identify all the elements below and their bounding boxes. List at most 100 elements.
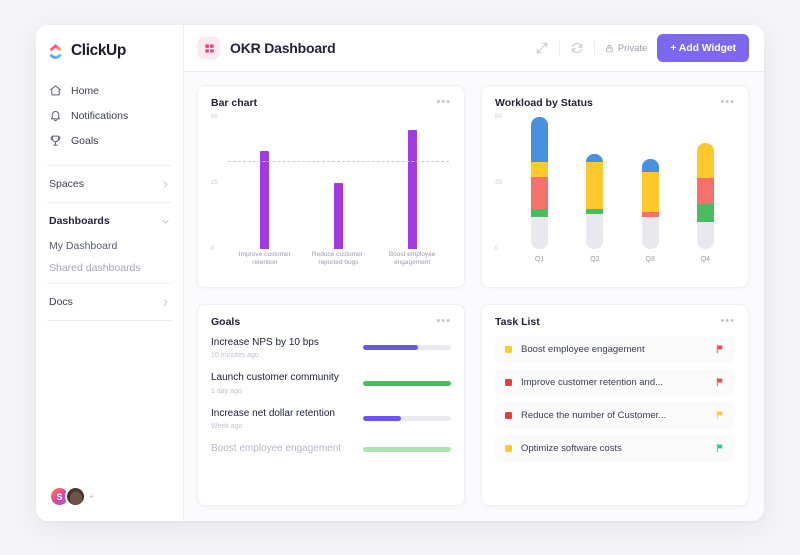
goal-name: Increase NPS by 10 bps: [211, 337, 319, 350]
chevron-right-icon: [161, 180, 170, 189]
primary-nav: Home Notifications Goals: [36, 76, 183, 161]
x-axis-tick: Q2: [567, 256, 622, 278]
stacked-bar[interactable]: [697, 143, 714, 248]
goal-progress-bar[interactable]: [363, 345, 451, 350]
task-status-square[interactable]: [505, 379, 512, 386]
goal-timestamp: Week ago: [211, 423, 335, 430]
grid-squares-icon: [204, 43, 215, 54]
bar-segment: [642, 159, 659, 172]
widget-header: Goals •••: [211, 316, 451, 328]
goal-row[interactable]: Boost employee engagement: [211, 436, 451, 462]
sidebar-item-label-notifications: Notifications: [71, 110, 128, 122]
bar-segment: [586, 154, 603, 162]
sidebar: ClickUp Home Notifications Goals: [36, 25, 184, 521]
avatar-add-button[interactable]: +: [89, 492, 94, 501]
goal-progress-fill: [363, 447, 451, 452]
widget-title: Workload by Status: [495, 97, 593, 109]
x-axis-tick: Q3: [623, 256, 678, 278]
privacy-label: Private: [618, 43, 648, 54]
task-status-square[interactable]: [505, 412, 512, 419]
goal-progress-bar[interactable]: [363, 416, 451, 421]
widget-menu-button[interactable]: •••: [720, 97, 735, 108]
widget-grid: Bar chart ••• 02550Improve customer rete…: [184, 72, 764, 521]
task-row[interactable]: Improve customer retention and...: [495, 369, 735, 396]
widget-menu-button[interactable]: •••: [436, 97, 451, 108]
bar-segment: [697, 204, 714, 222]
widget-menu-button[interactable]: •••: [436, 316, 451, 327]
task-row[interactable]: Optimize software costs: [495, 435, 735, 462]
main-content: OKR Dashboard Private + Add Widget: [184, 25, 764, 521]
widget-workload-by-status: Workload by Status ••• 02550Q1Q2Q3Q4: [481, 85, 749, 288]
task-row[interactable]: Boost employee engagement: [495, 336, 735, 363]
sidebar-item-home[interactable]: Home: [36, 78, 183, 103]
goal-progress-fill: [363, 381, 451, 386]
widget-header: Task List •••: [495, 316, 735, 328]
sidebar-section-spaces[interactable]: Spaces: [36, 170, 183, 198]
x-axis-tick: Improve customer retention: [228, 251, 301, 278]
widget-title: Bar chart: [211, 97, 257, 109]
add-widget-button[interactable]: + Add Widget: [657, 34, 749, 62]
stacked-bar[interactable]: [642, 159, 659, 248]
task-status-square[interactable]: [505, 445, 512, 452]
sidebar-divider-4: [47, 320, 172, 321]
clickup-logo[interactable]: ClickUp: [36, 25, 183, 76]
stacked-bar-column: [512, 117, 567, 249]
task-name: Improve customer retention and...: [521, 377, 706, 388]
sidebar-item-notifications[interactable]: Notifications: [36, 103, 183, 128]
x-axis-labels: Q1Q2Q3Q4: [512, 256, 733, 278]
privacy-toggle[interactable]: Private: [605, 43, 648, 54]
bar[interactable]: [334, 183, 343, 249]
goal-row[interactable]: Launch customer community1 day ago: [211, 365, 451, 401]
avatar[interactable]: [65, 486, 86, 507]
bar-segment: [586, 214, 603, 248]
stacked-bar[interactable]: [531, 117, 548, 249]
goal-info: Increase net dollar retentionWeek ago: [211, 408, 335, 431]
bar-column: [302, 117, 375, 249]
expand-arrows-icon[interactable]: [535, 41, 549, 55]
flag-icon[interactable]: [715, 377, 725, 387]
sidebar-item-my-dashboard[interactable]: My Dashboard: [36, 235, 183, 257]
avatar-face: [69, 491, 82, 504]
avatar-group[interactable]: S +: [49, 486, 94, 507]
page-title: OKR Dashboard: [230, 40, 336, 56]
sidebar-section-dashboards[interactable]: Dashboards: [36, 207, 183, 235]
goal-progress-bar[interactable]: [363, 381, 451, 386]
bar-segment: [697, 178, 714, 204]
sidebar-item-shared-dashboards[interactable]: Shared dashboards: [36, 257, 183, 279]
y-axis-tick: 0: [495, 246, 498, 252]
task-row[interactable]: Reduce the number of Customer...: [495, 402, 735, 429]
widget-menu-button[interactable]: •••: [720, 316, 735, 327]
goal-row[interactable]: Increase NPS by 10 bps10 minutes ago: [211, 330, 451, 366]
goal-timestamp: 1 day ago: [211, 388, 339, 395]
plot-area: [228, 117, 449, 249]
bar[interactable]: [408, 130, 417, 248]
bar[interactable]: [260, 151, 269, 248]
bar-segment: [531, 177, 548, 209]
goal-row[interactable]: Increase net dollar retentionWeek ago: [211, 401, 451, 437]
stacked-bar[interactable]: [586, 154, 603, 249]
topbar: OKR Dashboard Private + Add Widget: [184, 25, 764, 72]
bar-chart: 02550Improve customer retentionReduce cu…: [211, 111, 451, 278]
plot-area: [512, 117, 733, 249]
flag-icon[interactable]: [715, 410, 725, 420]
chevron-right-icon: [161, 298, 170, 307]
x-axis-tick: Q4: [678, 256, 733, 278]
refresh-icon[interactable]: [570, 41, 584, 55]
bar-segment: [531, 217, 548, 249]
stacked-bar-column: [623, 117, 678, 249]
widget-goals: Goals ••• Increase NPS by 10 bps10 minut…: [197, 304, 465, 507]
sidebar-item-goals[interactable]: Goals: [36, 128, 183, 153]
goal-name: Boost employee engagement: [211, 443, 341, 456]
sidebar-divider-3: [47, 283, 172, 284]
sidebar-section-docs[interactable]: Docs: [36, 288, 183, 316]
bar-segment: [642, 217, 659, 249]
bar-segment: [531, 162, 548, 178]
goal-progress-bar[interactable]: [363, 447, 451, 452]
widget-task-list: Task List ••• Boost employee engagement I…: [481, 304, 749, 507]
sidebar-divider-1: [47, 165, 172, 166]
task-status-square[interactable]: [505, 346, 512, 353]
flag-icon[interactable]: [715, 443, 725, 453]
stacked-bar-column: [567, 117, 622, 249]
flag-icon[interactable]: [715, 344, 725, 354]
sidebar-section-label-spaces: Spaces: [49, 178, 84, 190]
